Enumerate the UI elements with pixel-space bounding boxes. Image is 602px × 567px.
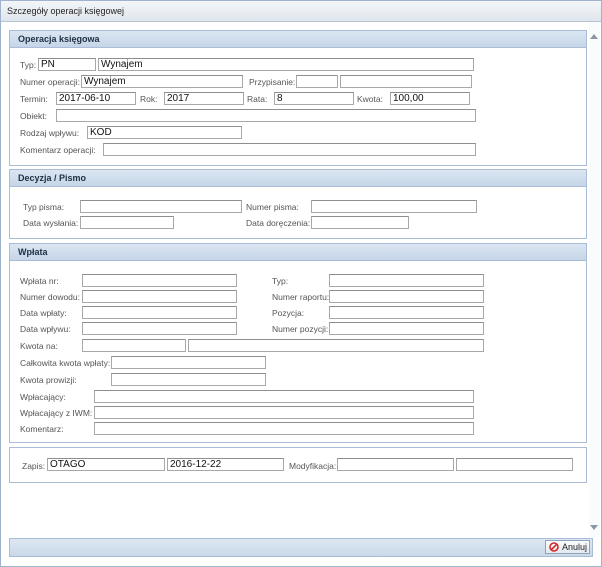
data-doreczenia-field[interactable] [311, 216, 409, 229]
section-title-operacja: Operacja księgowa [18, 34, 100, 44]
numer-dowodu-field[interactable] [82, 290, 237, 303]
pozycja-label: Pozycja: [272, 308, 305, 318]
dialog-window: Szczegóły operacji księgowej Operacja ks… [0, 0, 602, 567]
kwota-na-field-1[interactable] [82, 339, 186, 352]
section-header-operacja: Operacja księgowa [10, 31, 586, 48]
title-bar: Szczegóły operacji księgowej [1, 1, 601, 22]
kwota-na-field-2[interactable] [188, 339, 484, 352]
rok-field[interactable]: 2017 [164, 92, 244, 105]
calkowita-kwota-field[interactable] [111, 356, 266, 369]
numer-operacji-field[interactable]: Wynajem [81, 75, 243, 88]
komentarz-operacji-label: Komentarz operacji: [20, 145, 96, 155]
rata-field[interactable]: 8 [274, 92, 354, 105]
numer-pisma-field[interactable] [311, 200, 477, 213]
przypisanie-field-2[interactable] [340, 75, 472, 88]
data-wplaty-field[interactable] [82, 306, 237, 319]
numer-dowodu-label: Numer dowodu: [20, 292, 81, 302]
rodzaj-wplywu-field[interactable]: KOD [87, 126, 242, 139]
termin-field[interactable]: 2017-06-10 [56, 92, 136, 105]
wplacajacy-iwm-label: Wpłacający z IWM: [20, 408, 93, 418]
typ-pisma-label: Typ pisma: [23, 202, 65, 212]
scroll-down-icon[interactable] [590, 525, 598, 530]
section-title-wplata: Wpłata [18, 247, 48, 257]
wplata-typ-field[interactable] [329, 274, 484, 287]
section-header-wplata: Wpłata [10, 244, 586, 261]
obiekt-label: Obiekt: [20, 111, 47, 121]
wplacajacy-iwm-field[interactable] [94, 406, 474, 419]
calkowita-kwota-label: Całkowita kwota wpłaty: [20, 358, 111, 368]
modyfikacja-label: Modyfikacja: [289, 461, 337, 471]
window-title: Szczegóły operacji księgowej [7, 6, 125, 16]
vertical-scrollbar[interactable] [589, 22, 600, 537]
wplata-komentarz-label: Komentarz: [20, 424, 64, 434]
cancel-button-label: Anuluj [562, 542, 588, 552]
data-doreczenia-label: Data doręczenia: [246, 218, 311, 228]
rodzaj-wplywu-label: Rodzaj wpływu: [20, 128, 80, 138]
zapis-user-field[interactable]: OTAGO [47, 458, 165, 471]
section-decyzja: Decyzja / Pismo Typ pisma: Numer pisma: … [9, 169, 587, 239]
typ-name-field[interactable]: Wynajem [98, 58, 474, 71]
data-wyslania-label: Data wysłania: [23, 218, 79, 228]
kwota-prowizji-field[interactable] [111, 373, 266, 386]
numer-pisma-label: Numer pisma: [246, 202, 299, 212]
data-wplywu-field[interactable] [82, 322, 237, 335]
kwota-na-label: Kwota na: [20, 341, 58, 351]
komentarz-operacji-field[interactable] [103, 143, 476, 156]
section-title-decyzja: Decyzja / Pismo [18, 173, 87, 183]
kwota-field[interactable]: 100,00 [390, 92, 470, 105]
obiekt-field[interactable] [56, 109, 476, 122]
section-operacja: Operacja księgowa Typ: PN Wynajem Numer … [9, 30, 587, 166]
section-wplata: Wpłata Wpłata nr: Typ: Numer dowodu: Num… [9, 243, 587, 443]
modyfikacja-date-field[interactable] [456, 458, 573, 471]
scroll-up-icon[interactable] [590, 34, 598, 39]
cancel-icon [549, 542, 559, 552]
numer-raportu-field[interactable] [329, 290, 484, 303]
numer-operacji-label: Numer operacji: [20, 77, 80, 87]
footer-bar: Anuluj [9, 538, 593, 557]
modyfikacja-user-field[interactable] [337, 458, 454, 471]
cancel-button[interactable]: Anuluj [545, 540, 590, 554]
przypisanie-field-1[interactable] [296, 75, 338, 88]
kwota-prowizji-label: Kwota prowizji: [20, 375, 77, 385]
kwota-label: Kwota: [357, 94, 383, 104]
section-header-decyzja: Decyzja / Pismo [10, 170, 586, 187]
typ-pisma-field[interactable] [80, 200, 242, 213]
wplata-nr-label: Wpłata nr: [20, 276, 59, 286]
pozycja-field[interactable] [329, 306, 484, 319]
rata-label: Rata: [247, 94, 268, 104]
typ-label: Typ: [20, 60, 37, 70]
numer-raportu-label: Numer raportu: [272, 292, 330, 302]
przypisanie-label: Przypisanie: [249, 77, 296, 87]
wplata-typ-label: Typ: [272, 276, 289, 286]
termin-label: Termin: [20, 94, 48, 104]
wplacajacy-label: Wpłacający: [20, 392, 66, 402]
data-wyslania-field[interactable] [80, 216, 174, 229]
section-zapis: Zapis: OTAGO 2016-12-22 Modyfikacja: [9, 447, 587, 483]
wplata-komentarz-field[interactable] [94, 422, 474, 435]
wplacajacy-field[interactable] [94, 390, 474, 403]
numer-pozycji-field[interactable] [329, 322, 484, 335]
typ-code-field[interactable]: PN [38, 58, 96, 71]
scroll-content[interactable]: Operacja księgowa Typ: PN Wynajem Numer … [1, 22, 589, 537]
rok-label: Rok: [140, 94, 158, 104]
numer-pozycji-label: Numer pozycji: [272, 324, 329, 334]
zapis-label: Zapis: [22, 461, 46, 471]
data-wplywu-label: Data wpływu: [20, 324, 71, 334]
zapis-date-field[interactable]: 2016-12-22 [167, 458, 284, 471]
wplata-nr-field[interactable] [82, 274, 237, 287]
data-wplaty-label: Data wpłaty: [20, 308, 67, 318]
